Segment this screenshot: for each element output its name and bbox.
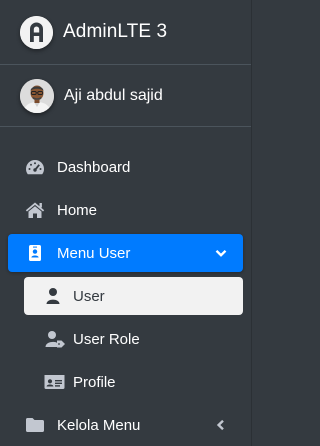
sidebar-menu: Dashboard Home Menu User User User Role …: [0, 127, 251, 444]
folder-icon: [25, 415, 49, 435]
nav-label-menu-user: Menu User: [57, 244, 131, 262]
sub-label-profile: Profile: [73, 373, 116, 391]
sub-label-user-role: User Role: [73, 330, 140, 348]
chevron-left-icon: [215, 419, 227, 431]
sidebar: AdminLTE 3 Aji abdul sajid Dashboard Hom…: [0, 0, 252, 446]
nav-label-dashboard: Dashboard: [57, 158, 131, 176]
user-tag-icon: [44, 329, 68, 349]
adminlte-logo-icon: [20, 15, 53, 49]
id-card-icon: [44, 372, 68, 392]
user-panel[interactable]: Aji abdul sajid: [0, 65, 251, 127]
nav-label-home: Home: [57, 201, 98, 219]
tachometer-icon: [25, 157, 49, 177]
nav-item-menu-user[interactable]: Menu User: [8, 234, 243, 272]
user-name: Aji abdul sajid: [64, 86, 163, 104]
brand-link[interactable]: AdminLTE 3: [0, 0, 251, 65]
home-icon: [25, 200, 49, 220]
id-badge-icon: [25, 243, 49, 263]
submenu-menu-user: User User Role Profile: [8, 277, 243, 401]
sub-item-user[interactable]: User: [24, 277, 243, 315]
nav-item-dashboard[interactable]: Dashboard: [8, 148, 243, 186]
sub-label-user: User: [73, 287, 105, 305]
nav-item-kelola-menu[interactable]: Kelola Menu: [8, 406, 243, 444]
chevron-down-icon: [215, 247, 227, 259]
user-icon: [44, 286, 68, 306]
nav-item-home[interactable]: Home: [8, 191, 243, 229]
user-avatar: [20, 78, 54, 113]
sub-item-profile[interactable]: Profile: [24, 363, 243, 401]
nav-label-kelola-menu: Kelola Menu: [57, 416, 141, 434]
brand-title: AdminLTE 3: [63, 21, 168, 42]
sub-item-user-role[interactable]: User Role: [24, 320, 243, 358]
